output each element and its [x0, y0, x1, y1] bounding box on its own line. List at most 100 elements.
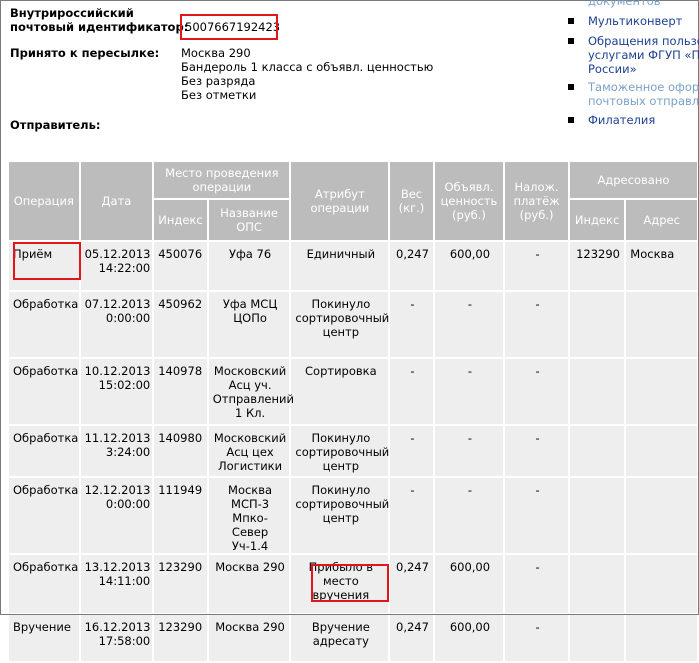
- cell-addr-index: [569, 359, 625, 424]
- bullet-icon: [568, 38, 574, 44]
- cell-cod: -: [505, 478, 568, 553]
- cell-index: 140978: [154, 359, 207, 424]
- cell-addr-index: 123290: [569, 242, 625, 290]
- table-row: Вручение 16.12.2013 17:58:00 123290 Москва 2…: [9, 615, 697, 661]
- cell-ops-name: Москва МСП-3 Мпко- Север Уч-1.4: [208, 478, 290, 553]
- cell-index: 111949: [154, 478, 207, 553]
- cell-addr-address: Москва: [626, 242, 697, 290]
- delivery-highlight: [311, 564, 389, 602]
- cell-cod: -: [505, 242, 568, 290]
- cell-index: 140980: [154, 426, 207, 476]
- cell-attribute: Вручение адресату: [291, 615, 389, 661]
- cell-ops-name: Москва 290: [208, 615, 290, 661]
- cell-weight: -: [390, 478, 433, 553]
- cell-date: 12.12.2013 0:00:00: [80, 478, 153, 553]
- cell-addr-index: [569, 615, 625, 661]
- cell-declared-value: -: [434, 478, 504, 553]
- header-place: Место проведения операции: [154, 162, 290, 198]
- cell-addr-index: [569, 478, 625, 553]
- right-link[interactable]: Таможенное оформ: [588, 80, 699, 94]
- accepted-line: Бандероль 1 класса с объявл. ценностью: [181, 60, 434, 74]
- cell-declared-value: 600,00: [434, 555, 504, 613]
- table-row: Обработка 12.12.2013 0:00:00 111949 Москва МС…: [9, 478, 697, 553]
- cell-attribute: Покинуло сортировочный центр: [291, 292, 389, 357]
- cell-date: 07.12.2013 0:00:00: [80, 292, 153, 357]
- header-date: Дата: [80, 162, 153, 240]
- cell-ops-name: Московский Асц цех Логистики: [208, 426, 290, 476]
- cell-addr-address: [626, 555, 697, 613]
- cell-ops-name: Уфа 76: [208, 242, 290, 290]
- accepted-line: Москва 290: [181, 46, 251, 60]
- cell-ops-name: Московский Асц уч. Отправлений 1 Кл.: [208, 359, 294, 424]
- header-addressed: Адресовано: [569, 162, 697, 198]
- right-link[interactable]: услугами ФГУП «По: [588, 48, 699, 62]
- table-row: Обработка 07.12.2013 0:00:00 450962 Уфа МСЦ Ц…: [9, 292, 697, 357]
- cell-weight: 0,247: [390, 615, 433, 661]
- cell-addr-index: [569, 426, 625, 476]
- cell-declared-value: -: [434, 292, 504, 357]
- bullet-icon: [568, 18, 574, 24]
- cell-declared-value: -: [434, 359, 504, 424]
- cell-ops-name: Уфа МСЦ ЦОПо: [208, 292, 290, 357]
- right-link[interactable]: Мультиконверт: [588, 14, 682, 28]
- identifier-label: Внутрироссийский почтовый идентификатор:: [10, 6, 189, 34]
- cell-addr-address: [626, 478, 697, 553]
- bullet-icon: [568, 117, 574, 123]
- cell-addr-address: [626, 615, 697, 661]
- header-weight: Вес (кг.): [390, 162, 433, 240]
- cell-weight: 0,247: [390, 555, 433, 613]
- right-link[interactable]: документов: [588, 0, 661, 8]
- right-link[interactable]: почтовых отправле: [588, 94, 699, 108]
- cell-operation: Обработка: [9, 478, 79, 553]
- table-row: Обработка 10.12.2013 15:02:00 140978 Московс…: [9, 359, 697, 424]
- cell-attribute: Покинуло сортировочный центр: [291, 478, 389, 553]
- identifier-highlight: [180, 14, 278, 40]
- cell-weight: -: [390, 292, 433, 357]
- cell-attribute: Единичный: [291, 242, 389, 290]
- right-link[interactable]: России»: [588, 62, 637, 76]
- cell-date: 13.12.2013 14:11:00: [80, 555, 153, 613]
- cell-addr-address: [626, 359, 697, 424]
- operation-priem-highlight: [13, 242, 81, 280]
- right-link[interactable]: Обращения пользов: [588, 34, 699, 48]
- cell-cod: -: [505, 426, 568, 476]
- cell-attribute: Сортировка: [291, 359, 389, 424]
- header-ops-name: Название ОПС: [208, 200, 290, 240]
- cell-cod: -: [505, 615, 568, 661]
- cell-operation: Обработка: [9, 292, 79, 357]
- cell-addr-address: [626, 426, 697, 476]
- cell-date: 11.12.2013 3:24:00: [80, 426, 153, 476]
- cell-attribute: Покинуло сортировочный центр: [291, 426, 389, 476]
- cell-declared-value: -: [434, 426, 504, 476]
- right-link[interactable]: Филателия: [588, 113, 655, 127]
- cell-operation: Обработка: [9, 359, 79, 424]
- accepted-label: Принято к пересылке:: [10, 46, 160, 60]
- cell-index: 123290: [154, 555, 207, 613]
- cell-cod: -: [505, 555, 568, 613]
- cell-weight: -: [390, 426, 433, 476]
- cell-ops-name: Москва 290: [208, 555, 290, 613]
- cell-date: 10.12.2013 15:02:00: [80, 359, 153, 424]
- header-addr-index: Индекс: [569, 200, 625, 240]
- cell-index: 450076: [154, 242, 207, 290]
- cell-addr-index: [569, 555, 625, 613]
- accepted-details: Москва 290 Бандероль 1 класса с объявл. ц…: [181, 46, 433, 102]
- cell-cod: -: [505, 292, 568, 357]
- cell-declared-value: 600,00: [434, 242, 504, 290]
- header-attribute: Атрибут операции: [291, 162, 389, 240]
- cell-declared-value: 600,00: [434, 615, 504, 661]
- accepted-line: Без разряда: [181, 74, 256, 88]
- header-index: Индекс: [154, 200, 207, 240]
- cell-date: 16.12.2013 17:58:00: [80, 615, 153, 661]
- cell-operation: Вручение: [9, 615, 79, 661]
- bullet-icon: [568, 84, 574, 90]
- cell-weight: -: [390, 359, 433, 424]
- cell-date: 05.12.2013 14:22:00: [80, 242, 153, 290]
- cell-operation: Обработка: [9, 426, 79, 476]
- cell-index: 123290: [154, 615, 207, 661]
- header-operation: Операция: [9, 162, 79, 240]
- table-row: Приём 05.12.2013 14:22:00 450076 Уфа 76 Едини…: [9, 242, 697, 290]
- accepted-line: Без отметки: [181, 88, 257, 102]
- cell-addr-address: [626, 292, 697, 357]
- header-cod: Налож. платёж (руб.): [505, 162, 568, 240]
